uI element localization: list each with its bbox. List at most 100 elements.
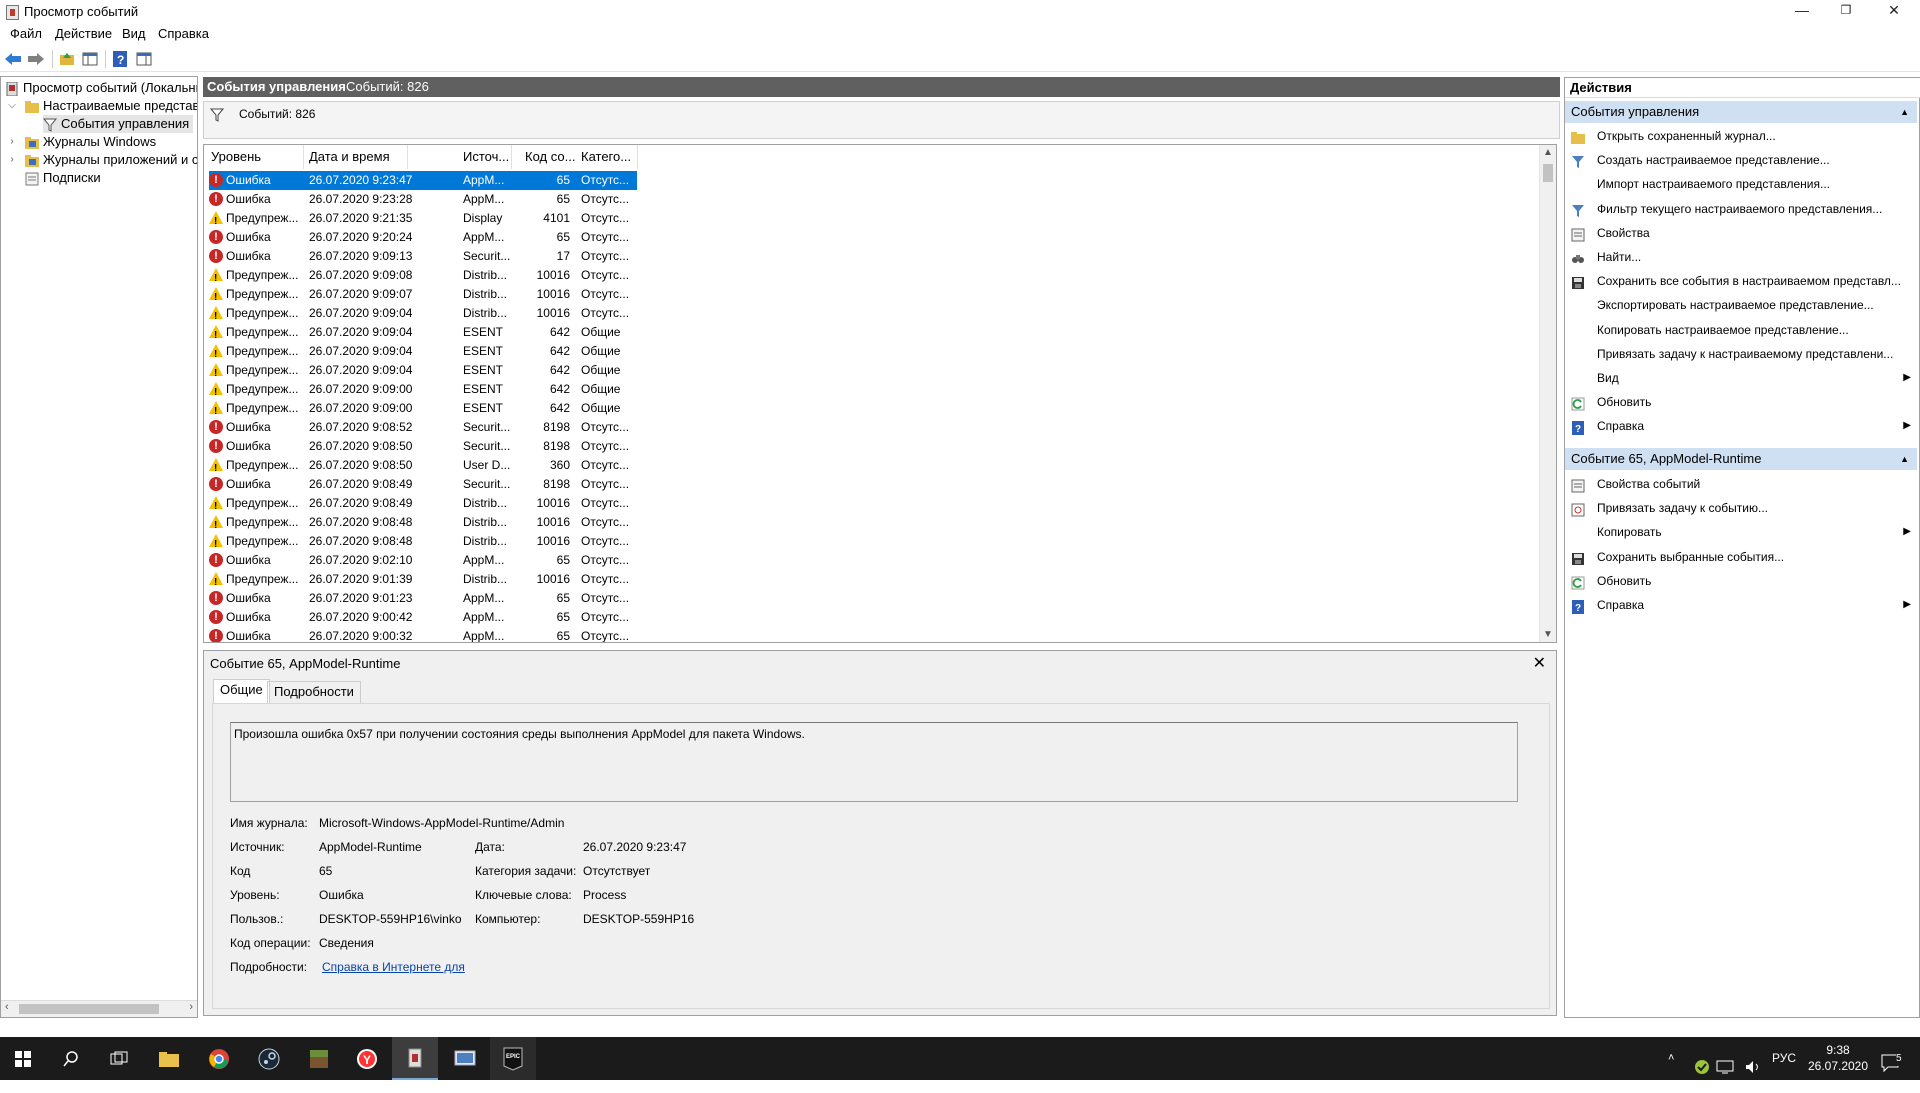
computer-value[interactable]: DESKTOP-559HP16 bbox=[583, 912, 694, 926]
event-message[interactable]: Произошла ошибка 0x57 при получении сост… bbox=[230, 722, 1518, 802]
column-header-code[interactable]: Код со... bbox=[520, 145, 580, 169]
source-value[interactable]: AppModel-Runtime bbox=[319, 840, 422, 854]
search-icon[interactable] bbox=[48, 1037, 94, 1080]
collapse-icon[interactable]: ▲ bbox=[1900, 448, 1909, 470]
table-row[interactable]: Предупреж... 26.07.2020 9:09:07 Distrib...… bbox=[209, 285, 637, 304]
close-button[interactable]: ✕ bbox=[1872, 0, 1916, 22]
table-row[interactable]: ! Ошибка 26.07.2020 9:09:13 Securit... 17 Отс… bbox=[209, 247, 637, 266]
tree-windows-logs[interactable]: Журналы Windows bbox=[25, 133, 197, 151]
show-action-pane-icon[interactable] bbox=[134, 49, 154, 69]
restore-button[interactable]: ❐ bbox=[1824, 0, 1868, 22]
forward-arrow-icon[interactable] bbox=[26, 49, 46, 69]
date-value[interactable]: 26.07.2020 9:23:47 bbox=[583, 840, 686, 854]
control-panel-icon[interactable] bbox=[442, 1037, 488, 1080]
keywords-value[interactable]: Process bbox=[583, 888, 626, 902]
yandex-browser-icon[interactable]: Y bbox=[344, 1037, 390, 1080]
menu-help[interactable]: Справка bbox=[158, 26, 209, 41]
action-item[interactable]: Вид ▶ bbox=[1565, 366, 1917, 390]
table-row[interactable]: ! Ошибка 26.07.2020 9:00:42 AppM... 65 Отсутс… bbox=[209, 608, 637, 627]
action-item[interactable]: Привязать задачу к настраиваемому предст… bbox=[1565, 342, 1917, 366]
chevron-right-icon[interactable]: › bbox=[7, 133, 17, 151]
actions-section-selected-event[interactable]: Событие 65, AppModel-Runtime ▲ bbox=[1565, 448, 1917, 470]
user-value[interactable]: DESKTOP-559HP16\vinko bbox=[319, 912, 462, 926]
actions-section-admin-events[interactable]: События управления ▲ bbox=[1565, 101, 1917, 123]
action-item[interactable]: Обновить bbox=[1565, 390, 1917, 414]
show-hide-tree-icon[interactable] bbox=[80, 49, 100, 69]
menu-view[interactable]: Вид bbox=[122, 26, 146, 41]
event-viewer-taskbar-icon[interactable] bbox=[392, 1037, 438, 1080]
task-category-value[interactable]: Отсутствует bbox=[583, 864, 650, 878]
tree-subscriptions[interactable]: Подписки bbox=[25, 169, 197, 187]
close-icon[interactable]: ✕ bbox=[1533, 653, 1546, 673]
chevron-up-icon[interactable]: ˄ bbox=[1668, 1037, 1674, 1080]
language-indicator[interactable]: РУС bbox=[1772, 1037, 1796, 1080]
table-row[interactable]: Предупреж... 26.07.2020 9:08:48 Distrib...… bbox=[209, 513, 637, 532]
scroll-up-icon[interactable]: ▲ bbox=[1543, 147, 1553, 158]
table-row[interactable]: ! Ошибка 26.07.2020 9:20:24 AppM... 65 Отсутс… bbox=[209, 228, 637, 247]
table-row[interactable]: ! Ошибка 26.07.2020 9:08:49 Securit... 8198 О… bbox=[209, 475, 637, 494]
table-row[interactable]: Предупреж... 26.07.2020 9:08:49 Distrib...… bbox=[209, 494, 637, 513]
tree-app-logs[interactable]: Журналы приложений и служб bbox=[25, 151, 197, 169]
steam-icon[interactable] bbox=[246, 1037, 292, 1080]
clock-date[interactable]: 26.07.2020 bbox=[1806, 1045, 1870, 1088]
table-row[interactable]: Предупреж... 26.07.2020 9:21:35 Display 410… bbox=[209, 209, 637, 228]
tab-details[interactable]: Подробности bbox=[267, 681, 361, 703]
table-row[interactable]: ! Ошибка 26.07.2020 9:00:32 AppM... 65 Отсутс… bbox=[209, 627, 637, 642]
events-vertical-scrollbar[interactable]: ▲ ▼ bbox=[1539, 145, 1556, 642]
table-row[interactable]: ! Ошибка 26.07.2020 9:08:50 Securit... 8198 О… bbox=[209, 437, 637, 456]
action-item[interactable]: Открыть сохраненный журнал... bbox=[1565, 124, 1917, 148]
table-row[interactable]: Предупреж... 26.07.2020 9:01:39 Distrib...… bbox=[209, 570, 637, 589]
level-value[interactable]: Ошибка bbox=[319, 888, 364, 902]
opcode-value[interactable]: Сведения bbox=[319, 936, 374, 950]
tree-root[interactable]: Просмотр событий (Локальный) bbox=[5, 79, 197, 97]
column-header-datetime[interactable]: Дата и время bbox=[304, 145, 408, 169]
log-name-value[interactable]: Microsoft-Windows-AppModel-Runtime/Admin bbox=[319, 816, 564, 830]
up-folder-icon[interactable] bbox=[57, 49, 77, 69]
table-row[interactable]: Предупреж... 26.07.2020 9:09:04 ESENT 642 Об… bbox=[209, 342, 637, 361]
minimize-button[interactable]: — bbox=[1780, 0, 1824, 22]
table-row[interactable]: ! Ошибка 26.07.2020 9:23:28 AppM... 65 Отсутс… bbox=[209, 190, 637, 209]
action-item[interactable]: Привязать задачу к событию... bbox=[1565, 496, 1917, 520]
table-row[interactable]: ! Ошибка 26.07.2020 9:01:23 AppM... 65 Отсутс… bbox=[209, 589, 637, 608]
scroll-down-icon[interactable]: ▼ bbox=[1543, 629, 1553, 640]
scroll-thumb[interactable] bbox=[19, 1004, 159, 1014]
action-item[interactable]: ? Справка ▶ bbox=[1565, 593, 1917, 617]
action-item[interactable]: Обновить bbox=[1565, 569, 1917, 593]
chrome-icon[interactable] bbox=[196, 1037, 242, 1080]
action-item[interactable]: Свойства событий bbox=[1565, 472, 1917, 496]
tree-admin-events[interactable]: События управления bbox=[43, 115, 193, 133]
scroll-right-icon[interactable]: › bbox=[189, 1001, 193, 1013]
table-row[interactable]: Предупреж... 26.07.2020 9:09:04 Distrib...… bbox=[209, 304, 637, 323]
online-help-link[interactable]: Справка в Интернете для bbox=[322, 960, 465, 974]
minecraft-icon[interactable] bbox=[296, 1037, 342, 1080]
epic-games-icon[interactable]: EPIC bbox=[490, 1037, 536, 1080]
table-row[interactable]: ! Ошибка 26.07.2020 9:23:47 AppM... 65 Отсутс… bbox=[209, 171, 637, 190]
security-status-icon[interactable] bbox=[1694, 1050, 1710, 1074]
menu-action[interactable]: Действие bbox=[55, 26, 112, 41]
volume-icon[interactable] bbox=[1744, 1050, 1762, 1073]
help-icon[interactable]: ? bbox=[110, 49, 130, 69]
tab-general[interactable]: Общие bbox=[213, 679, 270, 703]
table-row[interactable]: Предупреж... 26.07.2020 9:09:04 ESENT 642 Об… bbox=[209, 361, 637, 380]
table-row[interactable]: ! Ошибка 26.07.2020 9:08:52 Securit... 8198 О… bbox=[209, 418, 637, 437]
column-header-level[interactable]: Уровень bbox=[206, 145, 304, 169]
column-header-category[interactable]: Катего... bbox=[576, 145, 638, 169]
tree-horizontal-scrollbar[interactable]: ‹ › bbox=[1, 1000, 197, 1017]
action-item[interactable]: Создать настраиваемое представление... bbox=[1565, 148, 1917, 172]
action-item[interactable]: Экспортировать настраиваемое представлен… bbox=[1565, 293, 1917, 317]
back-arrow-icon[interactable] bbox=[3, 49, 23, 69]
scroll-thumb[interactable] bbox=[1543, 164, 1553, 182]
start-windows-icon[interactable] bbox=[0, 1037, 46, 1080]
action-item[interactable]: Сохранить все события в настраиваемом пр… bbox=[1565, 269, 1917, 293]
action-item[interactable]: Импорт настраиваемого представления... bbox=[1565, 172, 1917, 196]
file-explorer-icon[interactable] bbox=[146, 1037, 192, 1080]
table-row[interactable]: ! Ошибка 26.07.2020 9:02:10 AppM... 65 Отсутс… bbox=[209, 551, 637, 570]
action-item[interactable]: Фильтр текущего настраиваемого представл… bbox=[1565, 197, 1917, 221]
action-item[interactable]: Копировать ▶ bbox=[1565, 520, 1917, 544]
table-row[interactable]: Предупреж... 26.07.2020 9:08:48 Distrib...… bbox=[209, 532, 637, 551]
table-row[interactable]: Предупреж... 26.07.2020 9:09:00 ESENT 642 Об… bbox=[209, 399, 637, 418]
table-row[interactable]: Предупреж... 26.07.2020 9:09:00 ESENT 642 Об… bbox=[209, 380, 637, 399]
task-view-icon[interactable] bbox=[96, 1037, 142, 1080]
chevron-down-icon[interactable]: ⌵ bbox=[7, 97, 17, 115]
chevron-right-icon[interactable]: › bbox=[7, 151, 17, 169]
